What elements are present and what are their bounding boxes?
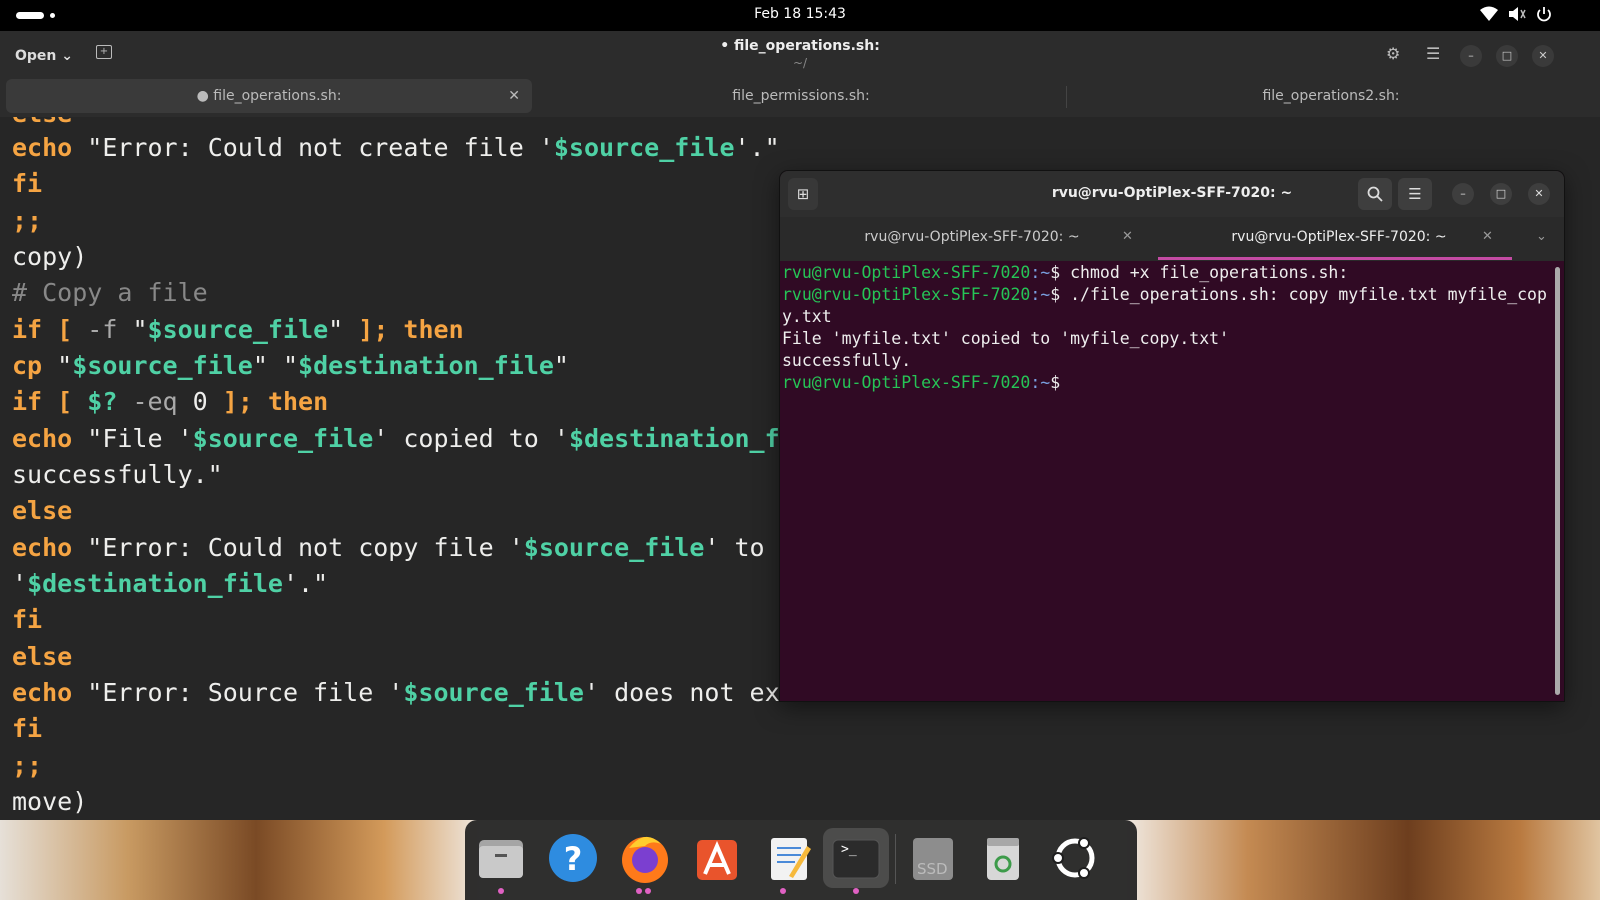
clock[interactable]: Feb 18 15:43 <box>0 6 1600 22</box>
document-path: ~/ <box>792 56 808 70</box>
power-icon[interactable] <box>1536 6 1552 26</box>
running-indicator <box>636 888 642 894</box>
terminal-output[interactable]: rvu@rvu-OptiPlex-SFF-7020:~$ chmod +x fi… <box>780 261 1564 701</box>
code-line: move) <box>12 787 88 816</box>
firefox-icon[interactable] <box>615 828 675 888</box>
running-indicator <box>780 888 786 894</box>
terminal-header-bar: ⊞ rvu@rvu-OptiPlex-SFF-7020: ~ ☰ – □ ✕ <box>780 171 1564 217</box>
code-line: else <box>12 642 73 671</box>
running-indicator <box>645 888 651 894</box>
chevron-down-icon[interactable]: ⌄ <box>1536 217 1547 257</box>
top-bar: Feb 18 15:43 <box>0 0 1600 31</box>
editor-tab-bar: ● file_operations.sh: ✕ file_permissions… <box>0 79 1600 117</box>
terminal-glyph: >_ <box>841 842 857 857</box>
help-icon[interactable]: ? <box>543 828 603 888</box>
code-line: echo "Error: Source file '$source_file' … <box>12 678 855 707</box>
code-line: fi <box>12 714 43 743</box>
tab-file-permissions[interactable]: file_permissions.sh: <box>536 79 1066 113</box>
close-tab-icon[interactable]: ✕ <box>1122 217 1133 257</box>
terminal-line: File 'myfile.txt' copied to 'myfile_copy… <box>782 329 1230 348</box>
minimize-button[interactable]: – <box>1460 45 1482 67</box>
terminal-tab-bar: rvu@rvu-OptiPlex-SFF-7020: ~ ✕ rvu@rvu-O… <box>780 217 1564 261</box>
code-line: if [ $? -eq 0 ]; then <box>12 387 329 416</box>
minimize-button[interactable]: – <box>1452 183 1474 205</box>
tab-file-operations2[interactable]: file_operations2.sh: <box>1068 79 1594 113</box>
code-line: fi <box>12 169 43 198</box>
code-line: if [ -f "$source_file" ]; then <box>12 315 464 344</box>
ssd-icon[interactable]: SSD <box>903 828 963 888</box>
code-line: else <box>12 117 72 128</box>
terminal-prompt-line: rvu@rvu-OptiPlex-SFF-7020:~$ <box>782 373 1061 392</box>
document-title: • file_operations.sh: <box>720 38 880 54</box>
terminal-window[interactable]: ⊞ rvu@rvu-OptiPlex-SFF-7020: ~ ☰ – □ ✕ r… <box>780 171 1564 701</box>
settings-gear-icon[interactable]: ⚙ <box>1386 44 1400 63</box>
terminal-title: rvu@rvu-OptiPlex-SFF-7020: ~ <box>1051 185 1293 201</box>
terminal-line: successfully. <box>782 351 912 370</box>
ssd-label: SSD <box>917 860 948 878</box>
hamburger-menu-icon[interactable]: ☰ <box>1426 44 1440 63</box>
maximize-button[interactable]: □ <box>1490 183 1512 205</box>
code-line: echo "File '$source_file' copied to '$de… <box>12 424 840 453</box>
modified-dot-icon: ● <box>196 88 209 104</box>
ubuntu-icon[interactable] <box>1045 828 1105 888</box>
search-icon[interactable] <box>1358 178 1392 210</box>
hamburger-menu-icon[interactable]: ☰ <box>1398 178 1432 210</box>
tab-label: file_permissions.sh: <box>732 88 870 104</box>
running-indicator <box>498 888 504 894</box>
wifi-icon[interactable] <box>1480 6 1498 26</box>
code-line: cp "$source_file" "$destination_file" <box>12 351 569 380</box>
terminal-line: rvu@rvu-OptiPlex-SFF-7020:~$ chmod +x fi… <box>782 263 1349 282</box>
code-line: ;; <box>12 206 43 235</box>
dock-separator <box>895 834 896 884</box>
tab-label: file_operations.sh: <box>213 88 342 104</box>
tab-separator <box>1066 86 1067 108</box>
close-tab-icon[interactable]: ✕ <box>508 79 520 113</box>
dock: ? >_ SSD <box>465 820 1137 900</box>
code-line: successfully." <box>12 460 223 489</box>
running-indicator <box>853 888 859 894</box>
terminal-tab-2[interactable]: rvu@rvu-OptiPlex-SFF-7020: ~ <box>1164 217 1514 257</box>
terminal-icon[interactable]: >_ <box>823 828 889 888</box>
app-center-icon[interactable] <box>687 828 747 888</box>
code-line: ;; <box>12 751 43 780</box>
code-line: echo "Error: Could not copy file '$sourc… <box>12 533 765 562</box>
volume-icon[interactable] <box>1508 6 1526 26</box>
tab-file-operations[interactable]: ● file_operations.sh: ✕ <box>6 79 532 113</box>
svg-text:?: ? <box>564 840 583 878</box>
code-line: echo "Error: Could not create file '$sou… <box>12 133 780 162</box>
editor-header-bar: Open ⌄ + • file_operations.sh: ~/ ⚙ ☰ – … <box>0 31 1600 79</box>
code-line: copy) <box>12 242 88 271</box>
tab-label: rvu@rvu-OptiPlex-SFF-7020: ~ <box>1231 229 1447 245</box>
terminal-scrollbar[interactable] <box>1555 267 1560 695</box>
files-icon[interactable] <box>471 828 531 888</box>
terminal-tab-1[interactable]: rvu@rvu-OptiPlex-SFF-7020: ~ <box>780 217 1164 257</box>
text-editor-icon[interactable] <box>759 828 819 888</box>
code-line: else <box>12 496 73 525</box>
close-tab-icon[interactable]: ✕ <box>1482 217 1493 257</box>
close-button[interactable]: ✕ <box>1528 183 1550 205</box>
trash-icon[interactable] <box>973 828 1033 888</box>
maximize-button[interactable]: □ <box>1496 45 1518 67</box>
code-line: fi <box>12 605 43 634</box>
close-button[interactable]: ✕ <box>1532 45 1554 67</box>
active-tab-indicator <box>1158 257 1512 260</box>
terminal-line: y.txt <box>782 307 832 326</box>
tab-label: file_operations2.sh: <box>1262 88 1400 104</box>
terminal-line: rvu@rvu-OptiPlex-SFF-7020:~$ ./file_oper… <box>782 285 1547 304</box>
tab-label: rvu@rvu-OptiPlex-SFF-7020: ~ <box>864 229 1080 245</box>
code-line: '$destination_file'." <box>12 569 329 598</box>
code-line: # Copy a file <box>12 278 208 307</box>
